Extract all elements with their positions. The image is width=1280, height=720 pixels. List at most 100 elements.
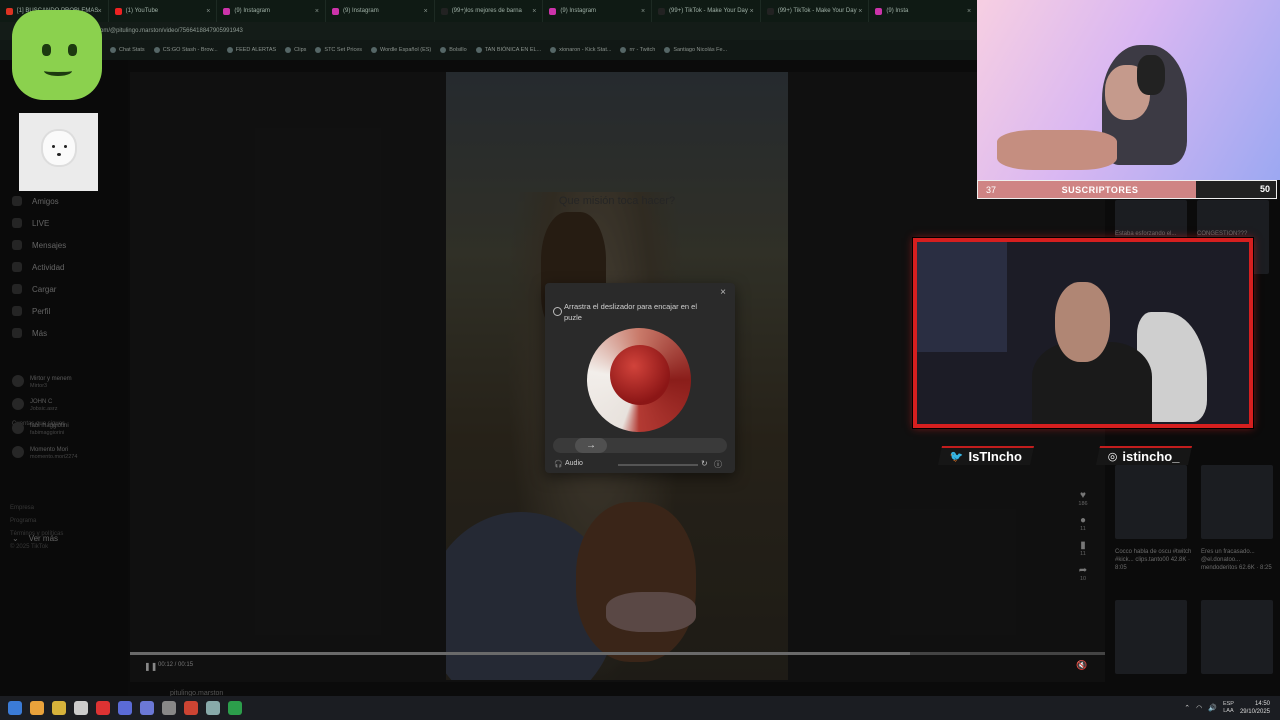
headphones-icon[interactable]: 🎧 (554, 460, 563, 468)
share-count: 10 (1079, 576, 1087, 582)
pause-icon[interactable]: ❚❚ (144, 662, 157, 671)
bookmark-icon (550, 47, 557, 53)
thumbnail[interactable] (1201, 465, 1273, 539)
taskbar-app-icon[interactable] (8, 701, 22, 715)
bookmark[interactable]: CS:GO Stash - Brow... (153, 47, 218, 53)
bookmark-label: xionaron - Kick Stat... (559, 47, 612, 53)
address-bar[interactable]: om/@pitulingo.marston/video/756641884790… (0, 22, 978, 40)
captcha-divider (618, 464, 698, 466)
wifi-icon[interactable]: ◠ (1196, 704, 1202, 712)
tab-favicon-icon (549, 7, 557, 15)
instagram-icon: ◎ (1107, 451, 1118, 463)
taskbar-app-icon[interactable] (162, 701, 176, 715)
save-count: 11 (1080, 551, 1086, 557)
browser-tab[interactable]: (99+) TikTok - Make Your Day × (652, 0, 761, 22)
taskbar-app-icon[interactable] (52, 701, 66, 715)
volume-icon[interactable]: 🔊 (1208, 704, 1217, 712)
cam-window (917, 242, 1007, 352)
clock[interactable]: 14:50 29/10/2025 (1240, 700, 1270, 716)
close-tab-icon[interactable]: × (315, 8, 319, 15)
browser-tab[interactable]: (99+)los mejores de barna × (435, 0, 544, 22)
subs-current: 37 (985, 184, 996, 195)
language-indicator[interactable]: ESP LAA (1223, 701, 1234, 715)
taskbar-app-icon[interactable] (228, 701, 242, 715)
tab-label: (99+)los mejores de barna (451, 8, 522, 14)
bookmark-label: Chat Stats (119, 47, 145, 53)
taskbar-app-icon[interactable] (184, 701, 198, 715)
tab-label: (9) Insta (886, 8, 909, 14)
tab-favicon-icon (766, 7, 774, 15)
subs-goal: 50 (1196, 181, 1276, 198)
bookmark[interactable]: rrr - Twitch (620, 47, 655, 53)
audio-button[interactable]: Audio (565, 460, 583, 467)
url-text[interactable]: om/@pitulingo.marston/video/756641884790… (100, 28, 243, 34)
close-tab-icon[interactable]: × (532, 8, 536, 15)
bookmark[interactable]: Clips (285, 47, 306, 53)
close-icon[interactable]: × (720, 287, 726, 298)
browser-tab[interactable]: (9) Instagram × (326, 0, 435, 22)
thumbnail[interactable] (1115, 465, 1187, 539)
tab-label: (1) YouTube (125, 8, 159, 14)
captcha-dialog: × Arrastra el deslizador para encajar en… (545, 283, 735, 473)
browser-tab[interactable]: (99+) TikTok - Make Your Day × (761, 0, 870, 22)
bookmark[interactable]: Bolsillo (440, 47, 467, 53)
captcha-title: Arrastra el deslizador para encajar en e… (564, 302, 697, 322)
mute-icon[interactable]: 🔇 (1076, 660, 1087, 671)
tab-favicon-icon (658, 7, 666, 15)
bookmark-icon (664, 47, 671, 53)
bookmark[interactable]: Santiago Nicolás Fe... (664, 47, 727, 53)
dog-eye (64, 145, 67, 148)
bookmark-label: TAN BIÓNICA EN EL... (484, 47, 542, 53)
browser-tab-bar: [1] BUSCANDO PROBLEMAS×(1) YouTube×(9) I… (0, 0, 979, 22)
chevron-up-icon[interactable]: ⌃ (1184, 704, 1190, 712)
like-icon[interactable]: ♥ (1080, 490, 1086, 501)
taskbar-app-icon[interactable] (96, 701, 110, 715)
close-tab-icon[interactable]: × (206, 8, 210, 15)
clock-date: 29/10/2025 (1239, 709, 1270, 715)
browser-tab[interactable]: (1) YouTube × (109, 0, 218, 22)
bookmark-label: Santiago Nicolás Fe... (673, 47, 728, 53)
video-progress-bar[interactable] (130, 652, 1105, 655)
bookmark[interactable]: STC Set Prices (315, 47, 362, 53)
bookmark[interactable]: xionaron - Kick Stat... (550, 47, 611, 53)
close-tab-icon[interactable]: × (750, 8, 754, 15)
lang-top: ESP (1222, 701, 1234, 707)
mascot-eye (68, 44, 77, 56)
share-icon[interactable]: ➦ (1079, 565, 1087, 576)
thumbnail[interactable] (1201, 600, 1273, 674)
bookmark[interactable]: FEED ALERTAS (226, 47, 276, 53)
bookmark-icon (285, 47, 292, 53)
close-tab-icon[interactable]: × (858, 8, 862, 15)
taskbar-app-icon[interactable] (118, 701, 132, 715)
bookmark[interactable]: TAN BIÓNICA EN EL... (475, 47, 542, 53)
bookmark-label: Clips (294, 47, 307, 53)
bookmark-label: rrr - Twitch (629, 47, 656, 53)
cam-face (1055, 282, 1110, 362)
close-tab-icon[interactable]: × (641, 8, 645, 15)
refresh-icon[interactable]: ↻ (701, 459, 708, 468)
info-icon[interactable]: ⓘ (714, 459, 722, 470)
bookmark-icon[interactable]: ▮ (1080, 540, 1086, 551)
taskbar-app-icon[interactable] (74, 701, 88, 715)
browser-tab[interactable]: (9) Instagram × (217, 0, 327, 22)
video-time: 00:12 / 00:15 (158, 662, 194, 668)
thumbnail[interactable] (1115, 600, 1187, 674)
taskbar-app-icon[interactable] (206, 701, 220, 715)
close-tab-icon[interactable]: × (967, 8, 971, 15)
tab-favicon-icon (440, 7, 448, 15)
browser-tab[interactable]: (9) Insta × (869, 0, 979, 22)
subs-label: SUSCRIPTORES (1061, 184, 1139, 195)
taskbar-app-icon[interactable] (30, 701, 44, 715)
close-tab-icon[interactable]: × (424, 8, 428, 15)
lang-bottom: LAA (1223, 708, 1234, 714)
comment-icon[interactable]: ● (1080, 515, 1086, 526)
dog-avatar (19, 113, 98, 191)
bookmark-icon (153, 47, 160, 53)
taskbar (0, 696, 1280, 720)
taskbar-app-icon[interactable] (140, 701, 154, 715)
captcha-slider-handle[interactable]: → (575, 438, 607, 453)
bookmark[interactable]: Wordle Español (ES) (371, 47, 431, 53)
mascot-mouth (44, 66, 72, 76)
bookmark[interactable]: Chat Stats (110, 47, 145, 53)
browser-tab[interactable]: (9) Instagram × (543, 0, 653, 22)
